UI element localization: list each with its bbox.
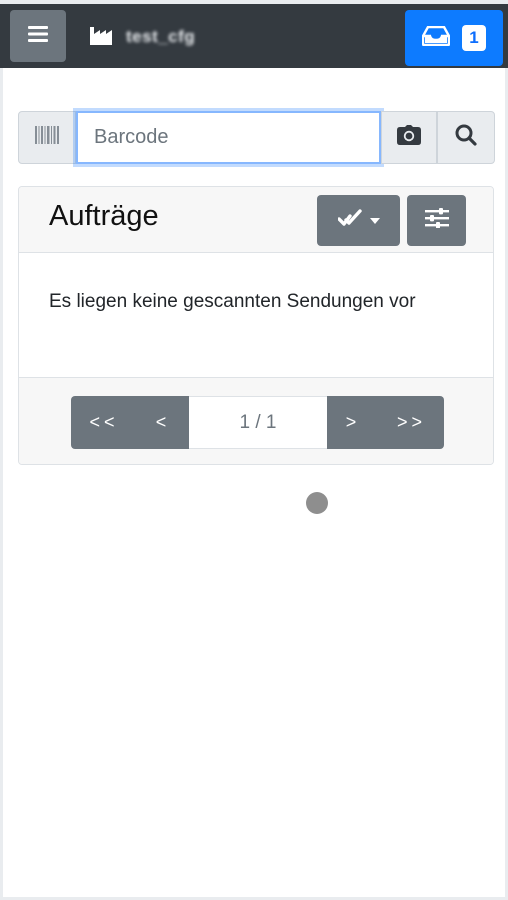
first-page-button[interactable]: <<: [71, 396, 137, 449]
search-icon: [455, 124, 477, 151]
barcode-icon: [35, 126, 59, 149]
loading-indicator: [306, 492, 328, 514]
next-page-button[interactable]: >: [327, 396, 379, 449]
camera-icon: [397, 125, 421, 150]
orders-card-header: Aufträge: [19, 187, 493, 253]
brand-name: test_cfg: [126, 27, 196, 46]
inbox-count-badge: 1: [462, 25, 486, 51]
last-page-button[interactable]: >>: [379, 396, 444, 449]
filter-settings-button[interactable]: [407, 195, 466, 246]
pagination: << < 1 / 1 > >>: [71, 396, 444, 449]
brand[interactable]: test_cfg: [90, 26, 195, 48]
menu-toggle-button[interactable]: [10, 10, 66, 62]
inbox-icon: [421, 25, 451, 51]
camera-scan-button[interactable]: [381, 111, 437, 164]
orders-card-footer: << < 1 / 1 > >>: [19, 377, 493, 464]
chevron-down-icon: [369, 217, 380, 224]
factory-icon: [90, 25, 114, 50]
top-navbar: test_cfg 1: [0, 0, 508, 68]
barcode-search-group: [18, 111, 495, 164]
orders-card: Aufträge Es liegen keine gescannten Send…: [18, 186, 494, 465]
double-check-icon: [336, 208, 362, 233]
inbox-button[interactable]: 1: [405, 10, 503, 66]
sliders-icon: [424, 208, 449, 233]
orders-title: Aufträge: [49, 200, 159, 232]
empty-orders-message: Es liegen keine gescannten Sendungen vor: [49, 291, 416, 312]
search-button[interactable]: [437, 111, 495, 164]
previous-page-button[interactable]: <: [137, 396, 189, 449]
barcode-input[interactable]: [76, 111, 381, 164]
hamburger-icon: [28, 25, 48, 48]
select-dropdown-button[interactable]: [317, 195, 400, 246]
page-indicator: 1 / 1: [189, 396, 327, 449]
barcode-addon: [18, 111, 76, 164]
